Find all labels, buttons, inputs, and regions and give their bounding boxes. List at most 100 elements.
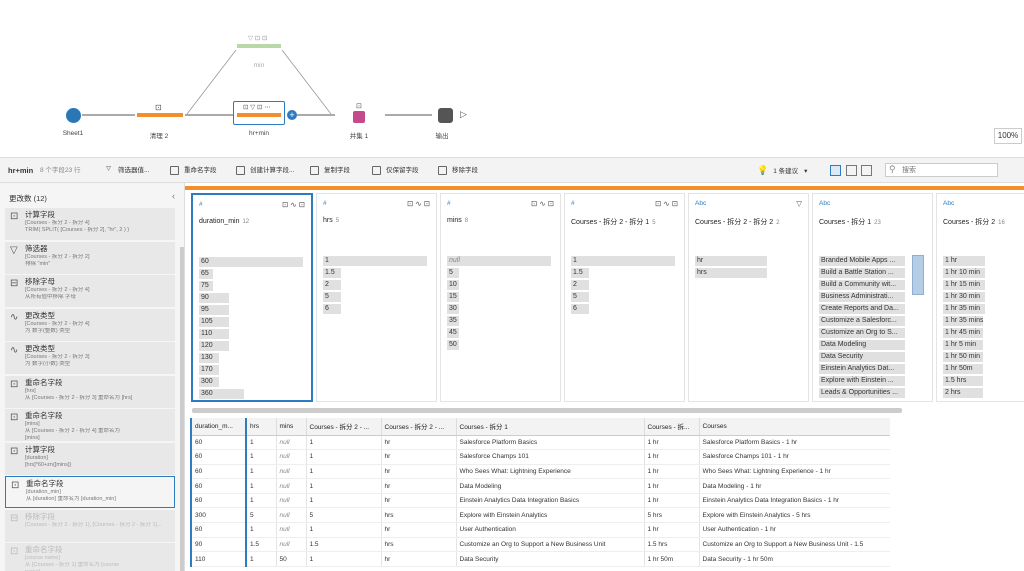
- grid-cell[interactable]: hr: [381, 551, 457, 567]
- grid-cell[interactable]: 1 hr: [644, 493, 700, 509]
- profile-column-mins[interactable]: # mins 8 ⊡ ∿ ⊡ null 5 10 15 30 35 45 50: [440, 193, 561, 402]
- grid-cell[interactable]: null: [276, 537, 307, 553]
- sheet1-node-icon[interactable]: [66, 108, 81, 123]
- value-bar[interactable]: 1.5 hrs: [943, 376, 983, 386]
- grid-cell[interactable]: 1: [246, 435, 277, 451]
- value-bar[interactable]: 1 hr 35 mins: [943, 316, 983, 326]
- value-bar[interactable]: 2: [571, 280, 589, 290]
- grid-cell[interactable]: null: [276, 435, 307, 451]
- value-bar[interactable]: 110: [199, 329, 229, 339]
- duplicate-field-button[interactable]: 复制字段: [310, 158, 350, 183]
- value-bar[interactable]: 5: [447, 268, 459, 278]
- grid-cell[interactable]: Customize an Org to Support a New Busine…: [699, 537, 890, 553]
- grid-cell[interactable]: 1: [306, 493, 382, 509]
- grid-cell[interactable]: 1: [246, 449, 277, 465]
- value-bar[interactable]: 15: [447, 292, 459, 302]
- grid-header[interactable]: Courses - 拆分 2 - ...: [381, 418, 457, 436]
- table-row[interactable]: 60 1 null 1 hr Salesforce Champs 101 1 hr Sales…: [190, 449, 890, 465]
- value-bar[interactable]: 35: [447, 316, 459, 326]
- grid-cell[interactable]: 1 hr: [644, 522, 700, 538]
- grid-cell[interactable]: Who Sees What: Lightning Experience - 1 …: [699, 464, 890, 480]
- profile-column-Courses---拆分-1[interactable]: Abc Courses - 拆分 1 23 Branded Mobile Apps .…: [812, 193, 933, 402]
- list-view-icon[interactable]: [861, 165, 872, 176]
- filter-values-button[interactable]: ▽ 筛选器值...: [104, 158, 149, 183]
- column-menu-icon[interactable]: ⊡ ∿ ⊡: [531, 199, 554, 208]
- value-bar[interactable]: 75: [199, 281, 213, 291]
- run-icon[interactable]: ▷: [460, 109, 467, 120]
- grid-header[interactable]: hrs: [246, 418, 277, 436]
- grid-cell[interactable]: 1 hr: [644, 435, 700, 451]
- change-item[interactable]: ⊟ 移除字母 [Courses - 拆分 2 - 拆分 4] 从所有值中移除 字母: [5, 275, 175, 307]
- value-bar[interactable]: 6: [571, 304, 589, 314]
- value-bar[interactable]: Data Security: [819, 352, 905, 362]
- table-row[interactable]: 60 1 null 1 hr User Authentication 1 hr User Au…: [190, 522, 890, 538]
- column-menu-icon[interactable]: ⊡ ∿ ⊡: [407, 199, 430, 208]
- value-bar[interactable]: Customize a Salesforc...: [819, 316, 905, 326]
- grid-cell[interactable]: 90: [190, 537, 247, 553]
- value-bar[interactable]: 170: [199, 365, 219, 375]
- search-input[interactable]: [885, 163, 998, 177]
- value-bar[interactable]: 1.5: [323, 268, 341, 278]
- value-bar[interactable]: 95: [199, 305, 229, 315]
- histogram-scroll-indicator[interactable]: [912, 255, 924, 295]
- value-bar[interactable]: 5: [323, 292, 341, 302]
- change-item[interactable]: ⊡ 重命名字段 [course name] 从 [Courses - 拆分 1] 重命…: [5, 543, 175, 571]
- grid-header[interactable]: duration_m...: [190, 418, 247, 436]
- value-bar[interactable]: 6: [323, 304, 341, 314]
- value-bar[interactable]: 1 hr 35 min: [943, 304, 985, 314]
- grid-cell[interactable]: Salesforce Champs 101 - 1 hr: [699, 449, 890, 465]
- grid-cell[interactable]: 1.5: [306, 537, 382, 553]
- value-bar[interactable]: hrs: [695, 268, 767, 278]
- keep-only-field-button[interactable]: 仅保留字段: [372, 158, 419, 183]
- rename-field-button[interactable]: 重命名字段: [170, 158, 217, 183]
- table-row[interactable]: 60 1 null 1 hr Data Modeling 1 hr Data Modeling…: [190, 478, 890, 494]
- value-bar[interactable]: 1.5: [571, 268, 589, 278]
- grid-cell[interactable]: 1: [246, 478, 277, 494]
- profile-horizontal-scrollbar[interactable]: [192, 408, 902, 413]
- change-item[interactable]: ⊡ 重命名字段 [hrs] 从 [Courses - 拆分 2 - 拆分 3] 重命名…: [5, 375, 175, 408]
- value-bar[interactable]: 65: [199, 269, 213, 279]
- table-row[interactable]: 90 1.5 null 1.5 hrs Customize an Org to Suppo…: [190, 537, 890, 553]
- grid-cell[interactable]: 60: [190, 522, 247, 538]
- grid-cell[interactable]: 60: [190, 493, 247, 509]
- grid-cell[interactable]: 1: [306, 551, 382, 567]
- grid-cell[interactable]: 1 hr: [644, 464, 700, 480]
- profile-column-duration_min[interactable]: # duration_min 12 ⊡ ∿ ⊡ 60 65 75 90 95 105 110 120 1…: [191, 193, 313, 402]
- grid-cell[interactable]: null: [276, 493, 307, 509]
- grid-cell[interactable]: Salesforce Champs 101: [456, 449, 645, 465]
- value-bar[interactable]: Business Administrati...: [819, 292, 905, 302]
- grid-cell[interactable]: 1 hr: [644, 449, 700, 465]
- grid-cell[interactable]: hrs: [381, 537, 457, 553]
- profile-column-Courses---拆分-2---拆分-1[interactable]: # Courses - 拆分 2 - 拆分 1 5 ⊡ ∿ ⊡ 1 1.5 2 5 6: [564, 193, 685, 402]
- grid-cell[interactable]: User Authentication: [456, 522, 645, 538]
- value-bar[interactable]: 1 hr 30 min: [943, 292, 985, 302]
- change-item[interactable]: ⊡ 计算字段 [duration] [hrs]*60+zn([mins]): [5, 442, 175, 475]
- grid-cell[interactable]: Customize an Org to Support a New Busine…: [456, 537, 645, 553]
- column-menu-icon[interactable]: ⊡ ∿ ⊡: [282, 200, 305, 209]
- grid-cell[interactable]: 1: [246, 522, 277, 538]
- grid-cell[interactable]: hr: [381, 478, 457, 494]
- value-bar[interactable]: Build a Battle Station ...: [819, 268, 905, 278]
- grid-cell[interactable]: User Authentication - 1 hr: [699, 522, 890, 538]
- grid-cell[interactable]: 1: [306, 449, 382, 465]
- grid-cell[interactable]: Data Security - 1 hr 50m: [699, 551, 890, 567]
- grid-cell[interactable]: hr: [381, 522, 457, 538]
- grid-view-icon[interactable]: [846, 165, 857, 176]
- value-bar[interactable]: Branded Mobile Apps ...: [819, 256, 905, 266]
- grid-cell[interactable]: 110: [190, 551, 247, 567]
- grid-cell[interactable]: hrs: [381, 507, 457, 524]
- value-bar[interactable]: Customize an Org to S...: [819, 328, 905, 338]
- grid-cell[interactable]: null: [276, 522, 307, 538]
- grid-cell[interactable]: 1: [246, 493, 277, 509]
- grid-cell[interactable]: Einstein Analytics Data Integration Basi…: [699, 493, 890, 509]
- value-bar[interactable]: 30: [447, 304, 459, 314]
- grid-header[interactable]: Courses: [699, 418, 890, 436]
- value-bar[interactable]: 1: [323, 256, 427, 266]
- grid-cell[interactable]: hr: [381, 493, 457, 509]
- profile-view-icon[interactable]: [830, 165, 841, 176]
- grid-cell[interactable]: 50: [276, 551, 307, 567]
- grid-cell[interactable]: 5: [306, 507, 382, 524]
- value-bar[interactable]: 90: [199, 293, 229, 303]
- value-bar[interactable]: Build a Community wit...: [819, 280, 905, 290]
- grid-cell[interactable]: hr: [381, 435, 457, 451]
